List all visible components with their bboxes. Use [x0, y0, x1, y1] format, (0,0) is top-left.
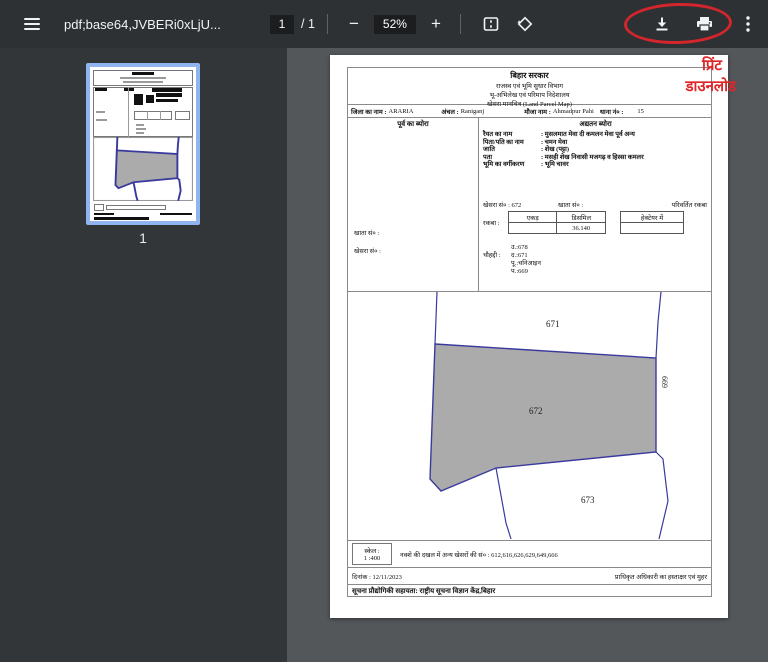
govt-title: बिहार सरकार [348, 70, 711, 81]
hectare-table: हेक्टेयर में [620, 211, 684, 234]
more-options-button[interactable] [734, 10, 762, 38]
rotate-icon [516, 15, 534, 33]
field-label: रैयत का नाम [483, 131, 541, 139]
thumbnail-page-number: 1 [86, 230, 200, 246]
scale-label: स्केल : [353, 546, 391, 555]
area-table: एकड़ डिसमिल 36.140 [508, 211, 606, 234]
parcel-672-polygon [430, 344, 656, 491]
other-khesra-note: नक्शे की दखल में अन्य खेसरों की सं० : 61… [400, 550, 558, 559]
hectare-value [621, 223, 684, 234]
raiyat-fields: रैयत का नाम: मुसलमात मेवा दी कमलन मेवा प… [483, 131, 711, 169]
meta-row: जिला का नाम : ARARIA अंचल : Raniganj मौज… [347, 105, 712, 118]
updated-details-title: अद्यतन ब्योरा [478, 120, 713, 129]
kebab-menu-icon [746, 16, 750, 32]
date-row: दिनांक : 12/11/2023 प्राधिकृत अधिकारी का… [347, 568, 712, 584]
district-label: जिला का नाम : [351, 107, 387, 116]
acre-header: एकड़ [509, 212, 557, 223]
thana-value: 15 [637, 108, 644, 115]
field-value: : भूमि चावर [541, 161, 569, 169]
boundary-north: उ.:678 [511, 244, 541, 252]
plot-label-673: 673 [581, 495, 595, 505]
boundary-south: द.:671 [511, 252, 541, 260]
khesra-number: खेसरा सं० : 672 [483, 200, 521, 209]
boundary-values: उ.:678 द.:671 पू.:चनिआइन प.:669 [511, 244, 541, 276]
boundary-east: पू.:चनिआइन [511, 260, 541, 268]
field-value: : मुसलमात मेवा दी कमलन मेवा पूर्व अन्य [541, 131, 635, 139]
toolbar-divider [460, 14, 461, 34]
fit-to-page-button[interactable] [477, 10, 505, 38]
pdf-page: बिहार सरकार राजस्व एवं भूमि सुधार विभाग … [330, 55, 728, 618]
field-value: : चमन मेवा [541, 139, 567, 147]
download-icon [654, 16, 670, 32]
page-number-input[interactable]: 1 [270, 15, 294, 34]
district-value: ARARIA [389, 108, 414, 115]
print-button[interactable] [690, 10, 718, 38]
plot-label-672: 672 [529, 406, 543, 416]
parcel-map: 671 672 673 669 [347, 292, 712, 541]
acre-value [509, 223, 557, 234]
zoom-level-input[interactable]: 52% [374, 15, 416, 34]
circle-label: अंचल : [441, 107, 458, 116]
signature-label: प्राधिकृत अधिकारी का हस्ताक्षर एवं मुहर [615, 572, 707, 581]
thumbnail-preview [90, 67, 196, 221]
khata-number-label: खाता सं० : [558, 200, 583, 209]
page-thumbnail[interactable] [86, 63, 200, 225]
rotate-button[interactable] [511, 10, 539, 38]
plot-label-669: 669 [660, 376, 669, 388]
thumbnail-sidebar: 1 [0, 48, 287, 662]
dismil-value: 36.140 [557, 223, 606, 234]
field-label: भूमि का वर्गीकरण [483, 161, 541, 169]
field-value: : शेख (पट्टा) [541, 146, 569, 154]
print-icon [696, 16, 713, 32]
circle-value: Raniganj [461, 108, 484, 115]
boundary-label: चौहद्दी : [483, 250, 501, 259]
date-value: दिनांक : 12/11/2023 [352, 572, 402, 581]
field-label: पता [483, 154, 541, 162]
document-header: बिहार सरकार राजस्व एवं भूमि सुधार विभाग … [347, 67, 712, 105]
boundary-west: प.:669 [511, 268, 541, 276]
toolbar-divider [327, 14, 328, 34]
pdf-viewer-area[interactable]: बिहार सरकार राजस्व एवं भूमि सुधार विभाग … [287, 48, 768, 662]
mauza-label: मौजा नाम : [524, 107, 551, 116]
field-value: : मसही शेख निवासी मजगढ़ व हिस्सा कमलर [541, 154, 644, 162]
scale-value: 1 :400 [353, 555, 391, 562]
zoom-out-button[interactable]: − [340, 10, 368, 38]
field-label: जाति [483, 146, 541, 154]
zoom-in-button[interactable]: + [422, 10, 450, 38]
changed-area-label: परिवर्तित रकबा [672, 200, 707, 209]
plot-label-671: 671 [546, 319, 560, 329]
hectare-header: हेक्टेयर में [621, 212, 684, 223]
scale-box: स्केल : 1 :400 [352, 543, 392, 565]
prev-khesra-label: खेसरा सं० : [354, 246, 381, 255]
dismil-header: डिसमिल [557, 212, 606, 223]
dept-line: राजस्व एवं भूमि सुधार विभाग [348, 81, 711, 90]
thumbnail-map [93, 137, 193, 201]
prev-khata-label: खाता सं० : [354, 228, 379, 237]
hamburger-icon [24, 18, 40, 30]
page-count-label: / 1 [301, 17, 315, 31]
thana-label: थाना नं० : [600, 107, 624, 116]
field-label: पिता/पति का नाम [483, 139, 541, 147]
scale-row: स्केल : 1 :400 नक्शे की दखल में अन्य खेस… [347, 541, 712, 568]
it-support-credit: सूचना प्रौद्योगिकी सहायता: राष्ट्रीय सूच… [347, 584, 712, 597]
previous-details-title: पूर्व का ब्योरा [348, 120, 478, 129]
document-title: pdf;base64,JVBERi0xLjU... [64, 17, 222, 32]
fit-page-icon [483, 16, 499, 32]
pdf-toolbar: pdf;base64,JVBERi0xLjU... 1 / 1 − 52% + [0, 0, 768, 48]
download-button[interactable] [648, 10, 676, 38]
area-label: रकबा : [483, 218, 499, 227]
mauza-value: Ahmadpur Pahi [553, 108, 594, 115]
directorate-line: भू-अभिलेख एवं परिमाप निदेशालय [348, 90, 711, 99]
details-section: पूर्व का ब्योरा अद्यतन ब्योरा खाता सं० :… [347, 118, 712, 292]
menu-button[interactable] [18, 10, 46, 38]
